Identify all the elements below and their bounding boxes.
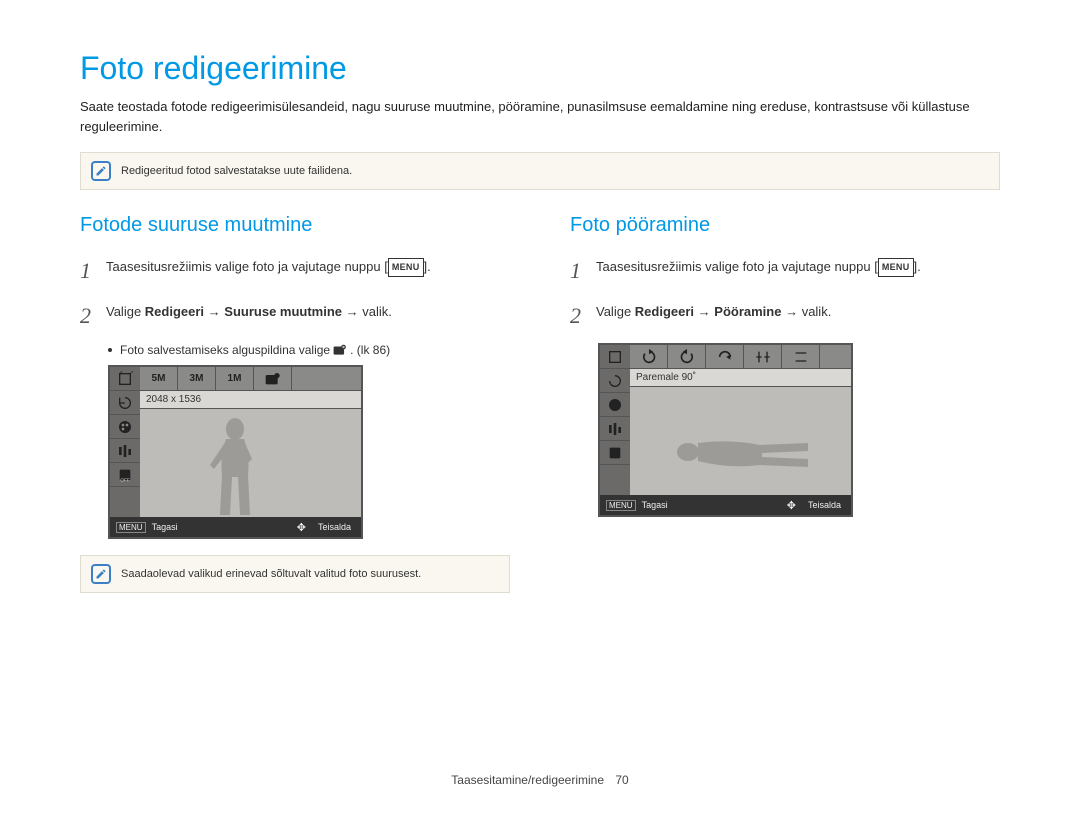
side-icon-adjust xyxy=(110,439,140,463)
cam-menu-btn: MENU xyxy=(606,500,636,511)
bullet-text-b: . (lk 86) xyxy=(350,343,390,357)
page-number: 70 xyxy=(615,773,628,787)
step-number: 2 xyxy=(570,298,596,333)
side-icon-resize xyxy=(110,367,140,391)
side-icon-face: OFF xyxy=(110,463,140,487)
startup-image-icon xyxy=(333,344,347,356)
cam-move-label: Teisalda xyxy=(808,500,841,510)
resolution-label: 2048 x 1536 xyxy=(140,391,361,409)
side-icon-palette xyxy=(110,415,140,439)
step1r-text-a: Taasesitusrežiimis valige foto ja vajuta… xyxy=(596,259,878,274)
note-text-1: Redigeeritud fotod salvestatakse uute fa… xyxy=(121,165,352,177)
navigate-icon: ✥ xyxy=(787,499,796,512)
navigate-icon: ✥ xyxy=(297,521,306,534)
step2r-text-c: → valik. xyxy=(781,304,831,319)
step1-text-a: Taasesitusrežiimis valige foto ja vajuta… xyxy=(106,259,388,274)
tab-3m: 3M xyxy=(178,367,216,390)
step2-text: Valige xyxy=(106,304,145,319)
page-title: Foto redigeerimine xyxy=(80,50,1010,87)
side-icon-resize xyxy=(600,345,630,369)
tab-startimg-icon xyxy=(254,367,292,390)
pencil-note-icon xyxy=(91,161,111,181)
menu-button-label: MENU xyxy=(388,258,424,276)
right-column: Foto pööramine 1 Taasesitusrežiimis vali… xyxy=(570,214,1010,617)
step-1-right: 1 Taasesitusrežiimis valige foto ja vaju… xyxy=(570,253,1010,288)
tab-rotate-right-icon xyxy=(630,345,668,368)
camera-ui-rotate: Paremale 90˚ MENU Tagasi ✥ Teisalda xyxy=(598,343,853,517)
step2-text-c: → valik. xyxy=(342,304,392,319)
tab-flip-v-icon xyxy=(782,345,820,368)
arrow: → xyxy=(204,304,224,319)
step1-text-b: ]. xyxy=(424,259,431,274)
step-2-left: 2 Valige Redigeeri → Suuruse muutmine → … xyxy=(80,298,520,333)
pencil-note-icon xyxy=(91,564,111,584)
tab-rotate-left-icon xyxy=(668,345,706,368)
side-icon-palette xyxy=(600,393,630,417)
note-box-1: Redigeeritud fotod salvestatakse uute fa… xyxy=(80,152,1000,190)
side-icon-rotate xyxy=(600,369,630,393)
tab-5m: 5M xyxy=(140,367,178,390)
step2r-text: Valige xyxy=(596,304,635,319)
rotate-label: Paremale 90˚ xyxy=(630,369,851,387)
side-icon-rotate xyxy=(110,391,140,415)
preview-area xyxy=(140,409,361,517)
side-icon-adjust xyxy=(600,417,630,441)
preview-area xyxy=(630,387,851,495)
section-heading-rotate: Foto pööramine xyxy=(570,214,1010,237)
step-number: 2 xyxy=(80,298,106,333)
arrow: → xyxy=(694,304,714,319)
note-box-2: Saadaolevad valikud erinevad sõltuvalt v… xyxy=(80,555,510,593)
step-2-right: 2 Valige Redigeeri → Pööramine → valik. xyxy=(570,298,1010,333)
side-icon-face xyxy=(600,441,630,465)
bullet-icon xyxy=(108,348,112,352)
cam-back-label: Tagasi xyxy=(642,500,668,510)
bullet-row: Foto salvestamiseks alguspildina valige … xyxy=(108,343,520,357)
camera-ui-resize: OFF 5M 3M 1M 2048 x 1536 xyxy=(108,365,363,539)
cam-back-label: Tagasi xyxy=(152,522,178,532)
step2-bold1: Redigeeri xyxy=(145,304,204,319)
step1r-text-b: ]. xyxy=(914,259,921,274)
cam-menu-btn: MENU xyxy=(116,522,146,533)
tab-rotate-180-icon xyxy=(706,345,744,368)
intro-text: Saate teostada fotode redigeerimisülesan… xyxy=(80,97,1010,136)
section-heading-resize: Fotode suuruse muutmine xyxy=(80,214,520,237)
step-1-left: 1 Taasesitusrežiimis valige foto ja vaju… xyxy=(80,253,520,288)
tab-1m: 1M xyxy=(216,367,254,390)
step2r-bold2: Pööramine xyxy=(714,304,781,319)
cam-move-label: Teisalda xyxy=(318,522,351,532)
page-footer: Taasesitamine/redigeerimine 70 xyxy=(0,773,1080,787)
step-number: 1 xyxy=(80,253,106,288)
menu-button-label: MENU xyxy=(878,258,914,276)
step2r-bold1: Redigeeri xyxy=(635,304,694,319)
svg-text:OFF: OFF xyxy=(120,478,129,483)
note-text-2: Saadaolevad valikud erinevad sõltuvalt v… xyxy=(121,568,421,580)
step-number: 1 xyxy=(570,253,596,288)
left-column: Fotode suuruse muutmine 1 Taasesitusreži… xyxy=(80,214,520,617)
step2-bold2: Suuruse muutmine xyxy=(224,304,342,319)
bullet-text-a: Foto salvestamiseks alguspildina valige xyxy=(120,343,330,357)
tab-flip-h-icon xyxy=(744,345,782,368)
footer-section: Taasesitamine/redigeerimine xyxy=(451,773,604,787)
